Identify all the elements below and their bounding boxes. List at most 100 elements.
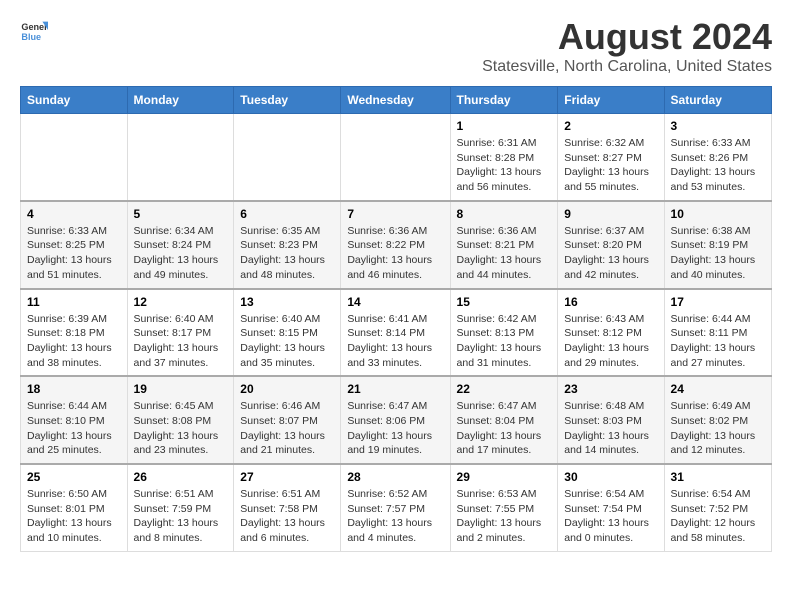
day-info: Sunrise: 6:44 AM Sunset: 8:11 PM Dayligh… [671, 312, 765, 371]
day-info: Sunrise: 6:42 AM Sunset: 8:13 PM Dayligh… [457, 312, 552, 371]
day-info: Sunrise: 6:52 AM Sunset: 7:57 PM Dayligh… [347, 487, 443, 546]
day-info: Sunrise: 6:39 AM Sunset: 8:18 PM Dayligh… [27, 312, 121, 371]
logo-icon: General Blue [20, 16, 48, 44]
calendar-cell: 16 Sunrise: 6:43 AM Sunset: 8:12 PM Dayli… [558, 289, 664, 377]
week-row-4: 18 Sunrise: 6:44 AM Sunset: 8:10 PM Dayli… [21, 376, 772, 464]
day-number: 14 [347, 295, 443, 309]
calendar-cell: 4 Sunrise: 6:33 AM Sunset: 8:25 PM Daylig… [21, 201, 128, 289]
calendar-cell: 19 Sunrise: 6:45 AM Sunset: 8:08 PM Dayli… [127, 376, 234, 464]
day-info: Sunrise: 6:54 AM Sunset: 7:54 PM Dayligh… [564, 487, 657, 546]
day-number: 4 [27, 207, 121, 221]
header-row: SundayMondayTuesdayWednesdayThursdayFrid… [21, 87, 772, 114]
day-info: Sunrise: 6:48 AM Sunset: 8:03 PM Dayligh… [564, 399, 657, 458]
day-number: 7 [347, 207, 443, 221]
calendar-cell: 7 Sunrise: 6:36 AM Sunset: 8:22 PM Daylig… [341, 201, 450, 289]
day-info: Sunrise: 6:53 AM Sunset: 7:55 PM Dayligh… [457, 487, 552, 546]
week-row-3: 11 Sunrise: 6:39 AM Sunset: 8:18 PM Dayli… [21, 289, 772, 377]
day-info: Sunrise: 6:47 AM Sunset: 8:04 PM Dayligh… [457, 399, 552, 458]
calendar-cell: 25 Sunrise: 6:50 AM Sunset: 8:01 PM Dayli… [21, 464, 128, 551]
title-block: August 2024 Statesville, North Carolina,… [482, 16, 772, 76]
column-header-tuesday: Tuesday [234, 87, 341, 114]
day-number: 19 [134, 382, 228, 396]
day-number: 28 [347, 470, 443, 484]
day-info: Sunrise: 6:33 AM Sunset: 8:26 PM Dayligh… [671, 136, 765, 195]
day-number: 20 [240, 382, 334, 396]
calendar-cell: 8 Sunrise: 6:36 AM Sunset: 8:21 PM Daylig… [450, 201, 558, 289]
day-info: Sunrise: 6:44 AM Sunset: 8:10 PM Dayligh… [27, 399, 121, 458]
day-info: Sunrise: 6:51 AM Sunset: 7:58 PM Dayligh… [240, 487, 334, 546]
calendar-cell: 31Sunrise: 6:54 AM Sunset: 7:52 PM Dayli… [664, 464, 771, 551]
day-info: Sunrise: 6:43 AM Sunset: 8:12 PM Dayligh… [564, 312, 657, 371]
calendar-cell [127, 114, 234, 201]
week-row-1: 1Sunrise: 6:31 AM Sunset: 8:28 PM Daylig… [21, 114, 772, 201]
day-info: Sunrise: 6:49 AM Sunset: 8:02 PM Dayligh… [671, 399, 765, 458]
day-number: 26 [134, 470, 228, 484]
day-number: 23 [564, 382, 657, 396]
calendar-cell: 26Sunrise: 6:51 AM Sunset: 7:59 PM Dayli… [127, 464, 234, 551]
calendar-cell: 14 Sunrise: 6:41 AM Sunset: 8:14 PM Dayli… [341, 289, 450, 377]
day-number: 11 [27, 295, 121, 309]
day-number: 15 [457, 295, 552, 309]
day-number: 22 [457, 382, 552, 396]
calendar-body: 1Sunrise: 6:31 AM Sunset: 8:28 PM Daylig… [21, 114, 772, 552]
day-number: 25 [27, 470, 121, 484]
day-info: Sunrise: 6:37 AM Sunset: 8:20 PM Dayligh… [564, 224, 657, 283]
day-number: 29 [457, 470, 552, 484]
calendar-cell [234, 114, 341, 201]
calendar-cell: 3 Sunrise: 6:33 AM Sunset: 8:26 PM Daylig… [664, 114, 771, 201]
calendar-cell: 9 Sunrise: 6:37 AM Sunset: 8:20 PM Daylig… [558, 201, 664, 289]
column-header-friday: Friday [558, 87, 664, 114]
day-number: 24 [671, 382, 765, 396]
day-number: 2 [564, 119, 657, 133]
day-number: 30 [564, 470, 657, 484]
calendar-cell: 10Sunrise: 6:38 AM Sunset: 8:19 PM Dayli… [664, 201, 771, 289]
day-number: 8 [457, 207, 552, 221]
calendar-cell: 23 Sunrise: 6:48 AM Sunset: 8:03 PM Dayli… [558, 376, 664, 464]
calendar-header: SundayMondayTuesdayWednesdayThursdayFrid… [21, 87, 772, 114]
subtitle: Statesville, North Carolina, United Stat… [482, 58, 772, 76]
calendar-cell: 17 Sunrise: 6:44 AM Sunset: 8:11 PM Dayli… [664, 289, 771, 377]
day-number: 3 [671, 119, 765, 133]
day-number: 18 [27, 382, 121, 396]
day-number: 9 [564, 207, 657, 221]
column-header-wednesday: Wednesday [341, 87, 450, 114]
column-header-thursday: Thursday [450, 87, 558, 114]
day-info: Sunrise: 6:35 AM Sunset: 8:23 PM Dayligh… [240, 224, 334, 283]
column-header-sunday: Sunday [21, 87, 128, 114]
calendar-cell: 27Sunrise: 6:51 AM Sunset: 7:58 PM Dayli… [234, 464, 341, 551]
day-number: 12 [134, 295, 228, 309]
day-info: Sunrise: 6:45 AM Sunset: 8:08 PM Dayligh… [134, 399, 228, 458]
calendar-cell: 30 Sunrise: 6:54 AM Sunset: 7:54 PM Dayli… [558, 464, 664, 551]
day-info: Sunrise: 6:47 AM Sunset: 8:06 PM Dayligh… [347, 399, 443, 458]
day-info: Sunrise: 6:33 AM Sunset: 8:25 PM Dayligh… [27, 224, 121, 283]
calendar-cell [21, 114, 128, 201]
week-row-2: 4 Sunrise: 6:33 AM Sunset: 8:25 PM Daylig… [21, 201, 772, 289]
calendar-cell: 22 Sunrise: 6:47 AM Sunset: 8:04 PM Dayli… [450, 376, 558, 464]
day-number: 17 [671, 295, 765, 309]
day-number: 1 [457, 119, 552, 133]
day-number: 13 [240, 295, 334, 309]
calendar-cell: 18 Sunrise: 6:44 AM Sunset: 8:10 PM Dayli… [21, 376, 128, 464]
calendar-cell [341, 114, 450, 201]
day-number: 5 [134, 207, 228, 221]
svg-text:Blue: Blue [21, 32, 41, 42]
calendar-cell: 2 Sunrise: 6:32 AM Sunset: 8:27 PM Daylig… [558, 114, 664, 201]
calendar-cell: 5 Sunrise: 6:34 AM Sunset: 8:24 PM Daylig… [127, 201, 234, 289]
calendar-cell: 12Sunrise: 6:40 AM Sunset: 8:17 PM Dayli… [127, 289, 234, 377]
day-info: Sunrise: 6:32 AM Sunset: 8:27 PM Dayligh… [564, 136, 657, 195]
day-info: Sunrise: 6:34 AM Sunset: 8:24 PM Dayligh… [134, 224, 228, 283]
day-info: Sunrise: 6:36 AM Sunset: 8:22 PM Dayligh… [347, 224, 443, 283]
calendar-cell: 13Sunrise: 6:40 AM Sunset: 8:15 PM Dayli… [234, 289, 341, 377]
day-number: 6 [240, 207, 334, 221]
day-number: 16 [564, 295, 657, 309]
calendar-cell: 29 Sunrise: 6:53 AM Sunset: 7:55 PM Dayli… [450, 464, 558, 551]
calendar-cell: 1Sunrise: 6:31 AM Sunset: 8:28 PM Daylig… [450, 114, 558, 201]
day-info: Sunrise: 6:50 AM Sunset: 8:01 PM Dayligh… [27, 487, 121, 546]
day-info: Sunrise: 6:36 AM Sunset: 8:21 PM Dayligh… [457, 224, 552, 283]
day-info: Sunrise: 6:41 AM Sunset: 8:14 PM Dayligh… [347, 312, 443, 371]
calendar-cell: 28 Sunrise: 6:52 AM Sunset: 7:57 PM Dayli… [341, 464, 450, 551]
day-info: Sunrise: 6:38 AM Sunset: 8:19 PM Dayligh… [671, 224, 765, 283]
calendar-cell: 15 Sunrise: 6:42 AM Sunset: 8:13 PM Dayli… [450, 289, 558, 377]
day-number: 21 [347, 382, 443, 396]
calendar-cell: 11 Sunrise: 6:39 AM Sunset: 8:18 PM Dayli… [21, 289, 128, 377]
